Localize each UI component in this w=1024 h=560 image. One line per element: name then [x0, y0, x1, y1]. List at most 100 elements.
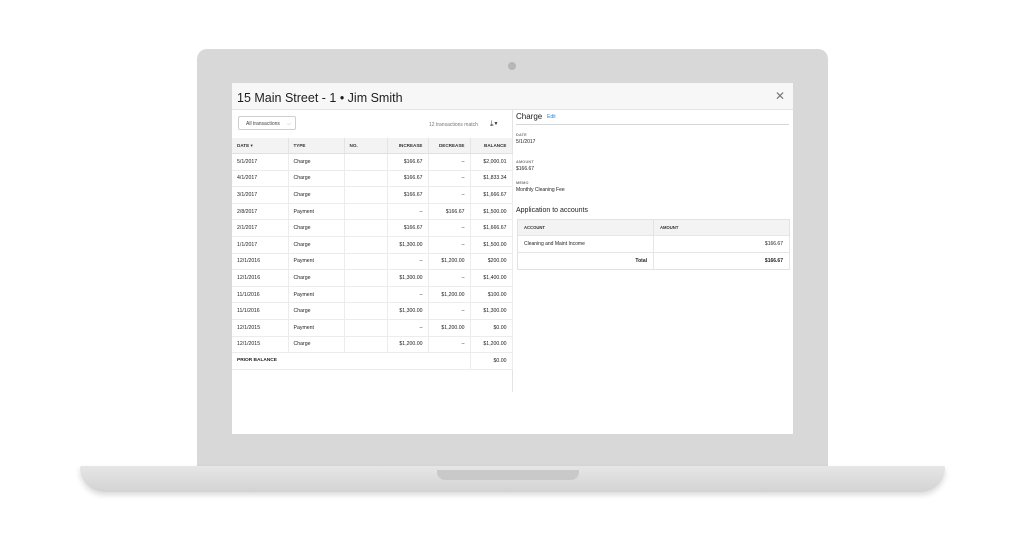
- cell-increase: $1,200.00: [387, 336, 429, 354]
- cell-decrease: –: [428, 170, 471, 188]
- cell-date: 4/1/2017: [232, 170, 289, 188]
- account-amount: $166.67: [653, 235, 790, 253]
- column-header-increase[interactable]: INCREASE: [387, 138, 429, 154]
- cell-no: [344, 203, 388, 221]
- cell-date: 2/8/2017: [232, 203, 289, 221]
- cell-increase: –: [387, 286, 429, 304]
- camera-icon: [508, 62, 516, 70]
- table-row[interactable]: 11/1/2016 Charge $1,300.00– $1,300.00: [232, 302, 513, 320]
- table-row[interactable]: 2/8/2017 Payment – $166.67 $1,500.00: [232, 203, 513, 221]
- divider: [516, 124, 789, 125]
- cell-balance: $1,300.00: [470, 302, 513, 320]
- cell-no: [344, 219, 388, 237]
- column-header-date[interactable]: DATE ▾: [232, 138, 289, 154]
- cell-decrease: –: [428, 269, 471, 287]
- detail-title: Charge: [516, 112, 543, 121]
- total-value: $166.67: [653, 252, 790, 270]
- table-row[interactable]: 1/1/2017 Charge $1,300.00– $1,500.00: [232, 236, 513, 254]
- cell-increase: –: [387, 319, 429, 337]
- transactions-filter-dropdown[interactable]: All transactions ⌵: [238, 116, 296, 130]
- cell-decrease: $1,200.00: [428, 253, 471, 271]
- cell-increase: $166.67: [387, 186, 429, 204]
- cell-type: Payment: [288, 286, 345, 304]
- close-icon[interactable]: ✕: [775, 89, 785, 103]
- laptop-notch: [437, 470, 579, 480]
- cell-balance: $2,000.01: [470, 153, 513, 171]
- cell-date: 11/1/2016: [232, 302, 289, 320]
- column-header-decrease[interactable]: DECREASE: [428, 138, 471, 154]
- table-row: Cleaning and Maint Income $166.67: [517, 235, 790, 253]
- charge-detail-pane: Charge Edit DATE 5/1/2017 AMOUNT $166.67…: [516, 110, 793, 392]
- table-row[interactable]: 12/1/2016 Payment – $1,200.00 $200.00: [232, 253, 513, 271]
- window-header: 15 Main Street - 1 • Jim Smith ✕: [232, 83, 793, 110]
- cell-decrease: –: [428, 336, 471, 354]
- download-icon: ⤓: [490, 119, 494, 128]
- cell-type: Charge: [288, 170, 345, 188]
- window-title: 15 Main Street - 1 • Jim Smith: [237, 91, 403, 105]
- total-row: Total $166.67: [517, 252, 790, 270]
- prior-balance-label: PRIOR BALANCE: [232, 352, 471, 370]
- cell-increase: –: [387, 253, 429, 271]
- cell-decrease: –: [428, 153, 471, 171]
- cell-no: [344, 286, 388, 304]
- cell-decrease: –: [428, 302, 471, 320]
- cell-balance: $1,200.00: [470, 336, 513, 354]
- cell-date: 12/1/2016: [232, 253, 289, 271]
- edit-link[interactable]: Edit: [547, 114, 556, 120]
- cell-increase: $166.67: [387, 153, 429, 171]
- cell-no: [344, 253, 388, 271]
- cell-type: Payment: [288, 253, 345, 271]
- table-row[interactable]: 12/1/2015 Charge $1,200.00– $1,200.00: [232, 336, 513, 354]
- memo-value: Monthly Cleaning Fee: [516, 187, 565, 193]
- cell-balance: $1,500.00: [470, 236, 513, 254]
- cell-type: Charge: [288, 153, 345, 171]
- transactions-pane: All transactions ⌵ 12 transactions match…: [232, 110, 513, 392]
- accounts-header-row: ACCOUNT AMOUNT: [517, 219, 790, 236]
- cell-no: [344, 336, 388, 354]
- cell-decrease: –: [428, 219, 471, 237]
- download-button[interactable]: ⤓▼: [490, 119, 499, 129]
- chevron-down-icon: ⌵: [287, 121, 291, 127]
- total-label: Total: [517, 252, 654, 270]
- cell-date: 11/1/2016: [232, 286, 289, 304]
- table-row[interactable]: 4/1/2017 Charge $166.67– $1,833.34: [232, 170, 513, 188]
- section-title: Application to accounts: [516, 207, 588, 214]
- date-label: DATE: [516, 133, 527, 137]
- cell-date: 12/1/2015: [232, 336, 289, 354]
- table-row[interactable]: 3/1/2017 Charge $166.67– $1,666.67: [232, 186, 513, 204]
- table-row[interactable]: 5/1/2017 Charge $166.67– $2,000.01: [232, 153, 513, 171]
- cell-date: 1/1/2017: [232, 236, 289, 254]
- cell-no: [344, 186, 388, 204]
- cell-decrease: –: [428, 236, 471, 254]
- column-header-balance[interactable]: BALANCE: [470, 138, 513, 154]
- sort-icon: ▾: [250, 142, 253, 148]
- cell-type: Charge: [288, 186, 345, 204]
- cell-type: Charge: [288, 236, 345, 254]
- cell-decrease: $166.67: [428, 203, 471, 221]
- table-row[interactable]: 12/1/2015 Payment – $1,200.00 $0.00: [232, 319, 513, 337]
- cell-no: [344, 269, 388, 287]
- cell-date: 2/1/2017: [232, 219, 289, 237]
- column-header-no[interactable]: NO.: [344, 138, 388, 154]
- column-header-type[interactable]: TYPE: [288, 138, 345, 154]
- cell-type: Charge: [288, 269, 345, 287]
- cell-type: Payment: [288, 203, 345, 221]
- cell-increase: –: [387, 203, 429, 221]
- cell-decrease: –: [428, 186, 471, 204]
- app-window: 15 Main Street - 1 • Jim Smith ✕ All tra…: [232, 83, 793, 434]
- table-row[interactable]: 11/1/2016 Payment – $1,200.00 $100.00: [232, 286, 513, 304]
- cell-balance: $100.00: [470, 286, 513, 304]
- cell-type: Payment: [288, 319, 345, 337]
- cell-increase: $1,300.00: [387, 236, 429, 254]
- amount-label: AMOUNT: [516, 160, 534, 164]
- cell-type: Charge: [288, 302, 345, 320]
- cell-no: [344, 153, 388, 171]
- column-header-amount: AMOUNT: [653, 219, 790, 236]
- cell-date: 12/1/2015: [232, 319, 289, 337]
- table-row[interactable]: 12/1/2016 Charge $1,300.00– $1,400.00: [232, 269, 513, 287]
- date-value: 5/1/2017: [516, 139, 536, 145]
- cell-balance: $1,666.67: [470, 186, 513, 204]
- cell-balance: $0.00: [470, 319, 513, 337]
- accounts-table: ACCOUNT AMOUNT Cleaning and Maint Income…: [517, 219, 790, 270]
- table-row[interactable]: 2/1/2017 Charge $166.67– $1,666.67: [232, 219, 513, 237]
